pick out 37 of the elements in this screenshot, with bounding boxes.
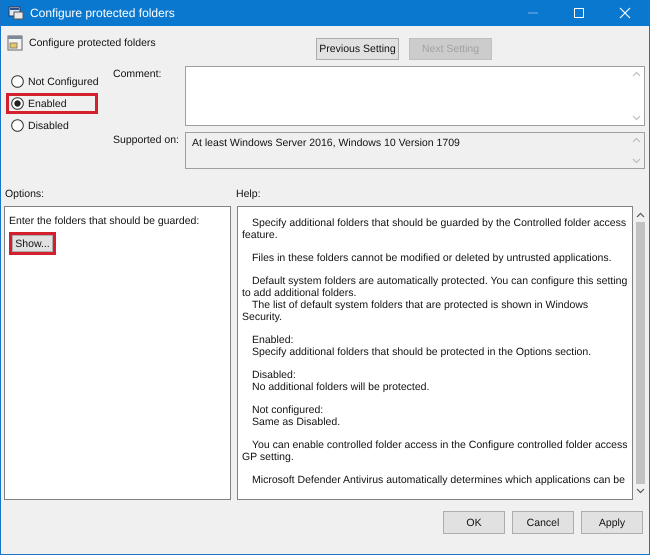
help-text: Specify additional folders that should be protected in the Options section.	[251, 346, 592, 358]
help-label: Help:	[236, 188, 261, 200]
help-text: The list of default system folders that are protected is shown in Windows Security.	[242, 299, 590, 323]
options-prompt: Enter the folders that should be guarded:	[9, 215, 200, 227]
radio-circle-icon	[11, 75, 24, 88]
ok-button[interactable]: OK	[443, 511, 505, 534]
radio-option[interactable]: Not Configured	[6, 71, 98, 92]
radio-option[interactable]: Enabled	[6, 93, 98, 114]
help-text: Default system folders are automatically protected. You can configure this setting to add additional folders.	[242, 275, 628, 299]
supported-on-text: At least Windows Server 2016, Windows 10 Version 1709	[192, 137, 460, 149]
radio-option[interactable]: Disabled	[6, 115, 98, 136]
cancel-button[interactable]: Cancel	[512, 511, 574, 534]
scrollbar-thumb[interactable]	[636, 222, 644, 484]
supported-on-label: Supported on:	[113, 133, 180, 148]
help-text: No additional folders will be protected.	[251, 381, 430, 393]
help-text: Disabled:	[251, 369, 297, 381]
help-text: Not configured:	[251, 404, 324, 416]
window-title: Configure protected folders	[30, 6, 176, 20]
help-text: Microsoft Defender Antivirus automatically determines which applications can be	[251, 474, 626, 486]
help-text: You can enable controlled folder access in the Configure controlled folder access GP setting.	[242, 439, 628, 463]
help-text: Enabled:	[251, 334, 294, 346]
setting-title: Configure protected folders	[29, 37, 156, 49]
help-text: Same as Disabled.	[251, 416, 342, 428]
apply-button[interactable]: Apply	[581, 511, 643, 534]
comment-field[interactable]	[185, 66, 645, 126]
radio-circle-icon	[11, 97, 24, 110]
radio-circle-icon	[11, 119, 24, 132]
app-icon	[8, 6, 24, 20]
policy-icon	[7, 35, 23, 51]
options-label: Options:	[5, 188, 46, 200]
maximize-icon	[573, 7, 585, 19]
help-text: Files in these folders cannot be modified or deleted by untrusted applications.	[251, 252, 613, 264]
show-button[interactable]: Show...	[9, 232, 56, 255]
close-icon	[619, 7, 631, 19]
previous-setting-button[interactable]: Previous Setting	[316, 38, 399, 60]
comment-label: Comment:	[113, 67, 162, 82]
help-text: Specify additional folders that should be guarded by the Controlled folder access feature.	[242, 217, 628, 241]
